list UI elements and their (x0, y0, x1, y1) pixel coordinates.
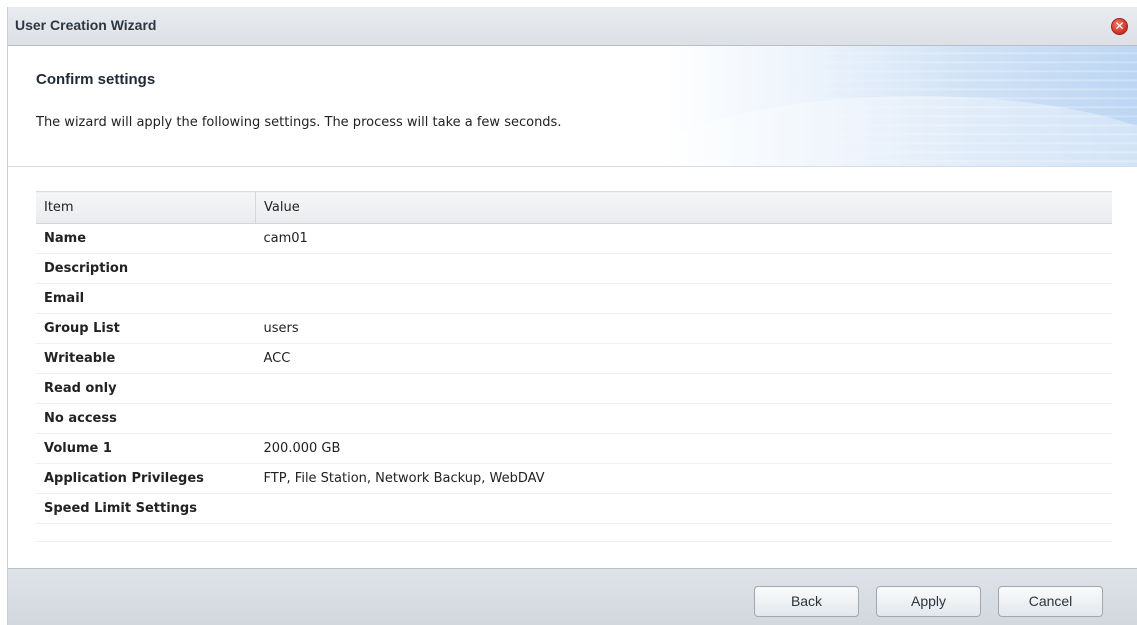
row-item: Speed Limit Settings (36, 493, 256, 524)
table-row: Group List users (36, 313, 1112, 344)
column-header-value[interactable]: Value (255, 191, 1112, 224)
apply-button[interactable]: Apply (876, 586, 981, 617)
table-row: No access (36, 403, 1112, 434)
title-bar[interactable]: User Creation Wizard ✕ (8, 7, 1137, 46)
cancel-button[interactable]: Cancel (998, 586, 1103, 617)
table-row: Read only (36, 373, 1112, 404)
table-row: Writeable ACC (36, 343, 1112, 374)
wizard-footer: Back Apply Cancel (8, 568, 1137, 625)
table-row: Description (36, 253, 1112, 284)
row-value: users (255, 313, 1112, 344)
row-item: Read only (36, 373, 256, 404)
column-header-item[interactable]: Item (36, 191, 256, 224)
table-row: Name cam01 (36, 223, 1112, 254)
step-description: The wizard will apply the following sett… (36, 115, 562, 130)
row-value (255, 283, 1112, 314)
row-item: No access (36, 403, 256, 434)
row-value: FTP, File Station, Network Backup, WebDA… (255, 463, 1112, 494)
table-row: Volume 1 200.000 GB (36, 433, 1112, 464)
step-title: Confirm settings (36, 71, 156, 88)
row-value (255, 403, 1112, 434)
row-value: 200.000 GB (255, 433, 1112, 464)
row-item: Group List (36, 313, 256, 344)
table-header-row: Item Value (36, 191, 1112, 224)
row-value: ACC (255, 343, 1112, 374)
row-item: Description (36, 253, 256, 284)
header-stripes (698, 46, 1137, 166)
user-creation-wizard-window: User Creation Wizard ✕ Confirm settings … (7, 7, 1137, 625)
row-value (255, 373, 1112, 404)
row-value (255, 253, 1112, 284)
row-value (255, 493, 1112, 524)
row-item: Writeable (36, 343, 256, 374)
row-item: Application Privileges (36, 463, 256, 494)
close-icon[interactable]: ✕ (1111, 18, 1128, 35)
table-row: Speed Limit Settings (36, 493, 1112, 524)
wizard-header: Confirm settings The wizard will apply t… (8, 46, 1137, 167)
table-row: Application Privileges FTP, File Station… (36, 463, 1112, 494)
row-value: cam01 (255, 223, 1112, 254)
window-title: User Creation Wizard (15, 17, 157, 33)
settings-table: Item Value Name cam01 Description Email (36, 191, 1112, 542)
back-button[interactable]: Back (754, 586, 859, 617)
table-row: Email (36, 283, 1112, 314)
row-item: Name (36, 223, 256, 254)
row-item: Volume 1 (36, 433, 256, 464)
row-item: Email (36, 283, 256, 314)
